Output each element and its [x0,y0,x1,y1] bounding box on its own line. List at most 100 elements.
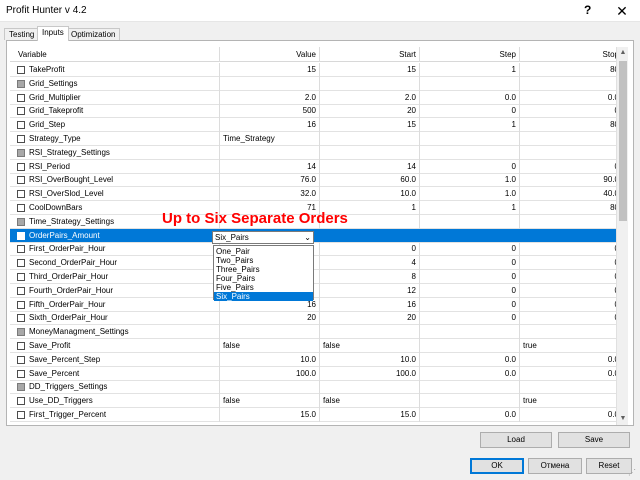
step-cell[interactable]: 0 [420,283,520,298]
table-row[interactable]: TakeProfit 15 15 1 80 [10,63,622,77]
start-cell[interactable]: 15 [320,118,420,133]
help-icon[interactable]: ? [584,3,591,17]
stop-cell[interactable]: 0 [520,104,622,118]
value-cell[interactable]: Time_Strategy [220,132,320,146]
scroll-up-icon[interactable]: ▲ [617,47,629,59]
scroll-thumb[interactable] [619,61,627,221]
optimize-checkbox[interactable] [17,300,25,309]
start-cell[interactable]: 2.0 [320,90,420,105]
ok-button[interactable]: OK [470,458,524,474]
resize-grip-icon[interactable]: ⋰ [628,468,638,478]
step-cell[interactable]: 0 [420,104,520,119]
group-checkbox[interactable] [17,79,25,88]
value-cell[interactable]: 16 [220,118,320,133]
step-cell[interactable]: 0 [420,311,520,326]
value-cell[interactable]: 32.0 [220,187,320,202]
optimize-checkbox[interactable] [17,190,25,199]
step-cell[interactable]: 1.0 [420,173,520,188]
chevron-down-icon[interactable]: ⌄ [304,232,311,243]
reset-button[interactable]: Reset [586,458,632,474]
tab-optimization[interactable]: Optimization [66,28,121,40]
optimize-checkbox[interactable] [17,397,25,406]
value-cell[interactable]: 15 [220,63,320,77]
table-row[interactable]: RSI_OverSlod_Level 32.0 10.0 1.0 40.0 [10,187,622,202]
group-row[interactable]: DD_Triggers_Settings [10,380,622,395]
start-cell[interactable]: 20 [320,104,420,119]
table-row[interactable]: OrderPairs_Amount [10,228,622,243]
optimize-checkbox[interactable] [17,121,25,130]
table-row[interactable]: Sixth_OrderPair_Hour202000 [10,311,622,326]
column-header-step[interactable]: Step [420,47,520,62]
save-button[interactable]: Save [558,432,630,448]
optimize-checkbox[interactable] [17,204,25,212]
table-row[interactable]: Strategy_Type Time_Strategy [10,132,622,146]
start-cell[interactable]: 8 [320,270,420,284]
value-cell[interactable]: 100.0 [220,366,320,381]
table-row[interactable]: Save_Profit false false true [10,339,622,353]
step-cell[interactable]: 0.0 [420,408,520,422]
stop-cell[interactable]: 0 [520,298,622,312]
column-header-variable[interactable]: Variable [10,47,220,62]
step-cell[interactable] [420,339,520,353]
stop-cell[interactable]: 80 [520,118,622,132]
start-cell[interactable]: 0 [320,242,420,257]
stop-cell[interactable]: 80 [520,201,622,215]
stop-cell[interactable]: 90.0 [520,173,622,187]
stop-cell[interactable]: 0 [520,242,622,256]
group-row[interactable]: Grid_Settings [10,76,622,91]
value-cell[interactable]: 20 [220,311,320,326]
table-row[interactable]: Save_Percent_Step 10.0 10.0 0.0 0.0 [10,352,622,367]
start-cell[interactable]: 15.0 [320,408,420,422]
stop-cell[interactable]: 0.0 [520,367,622,381]
table-row[interactable]: First_OrderPair_Hour000 [10,242,622,257]
optimize-checkbox[interactable] [17,369,25,378]
value-cell[interactable]: 2.0 [220,90,320,105]
stop-cell[interactable]: 0 [520,311,622,325]
optimize-checkbox[interactable] [17,314,25,323]
table-row[interactable]: Third_OrderPair_Hour800 [10,270,622,284]
start-cell[interactable]: 16 [320,297,420,312]
orderpairs-amount-select[interactable]: Six_Pairs ⌄ [212,231,314,244]
group-row[interactable]: RSI_Strategy_Settings [10,145,622,160]
table-row[interactable]: Grid_Multiplier 2.0 2.0 0.0 0.0 [10,90,622,105]
column-header-start[interactable]: Start [320,47,420,62]
stop-cell[interactable]: true [520,394,622,408]
step-cell[interactable]: 0 [420,270,520,284]
vertical-scrollbar[interactable]: ▲ ▼ [616,47,628,425]
value-cell[interactable]: 76.0 [220,173,320,188]
step-cell[interactable] [420,228,520,243]
stop-cell[interactable] [520,132,622,146]
value-cell[interactable]: false [220,394,320,409]
step-cell[interactable]: 1.0 [420,187,520,202]
step-cell[interactable]: 0 [420,256,520,271]
stop-cell[interactable]: 0.0 [520,91,622,105]
table-row[interactable]: Grid_Step 16 15 1 80 [10,118,622,133]
step-cell[interactable]: 0 [420,297,520,312]
step-cell[interactable]: 0.0 [420,366,520,381]
optimize-checkbox[interactable] [17,93,25,102]
value-cell[interactable]: 10.0 [220,352,320,367]
table-row[interactable]: Fourth_OrderPair_Hour1200 [10,283,622,298]
dropdown-option[interactable]: Four_Pairs [214,274,313,283]
table-row[interactable]: RSI_Period141400 [10,159,622,174]
optimize-checkbox[interactable] [17,176,25,185]
value-cell[interactable]: 15.0 [220,408,320,422]
dropdown-option[interactable]: Two_Pairs [214,256,313,265]
optimize-checkbox[interactable] [17,286,25,295]
optimize-checkbox[interactable] [17,411,25,419]
tab-testing[interactable]: Testing [4,28,40,40]
dropdown-option[interactable]: Three_Pairs [214,265,313,274]
table-row[interactable]: Save_Percent 100.0 100.0 0.0 0.0 [10,366,622,381]
step-cell[interactable] [420,132,520,146]
step-cell[interactable]: 0 [420,242,520,257]
optimize-checkbox[interactable] [17,66,25,74]
start-cell[interactable]: 12 [320,283,420,298]
stop-cell[interactable]: 40.0 [520,187,622,201]
step-cell[interactable] [420,394,520,409]
value-cell[interactable]: 14 [220,159,320,174]
optimize-checkbox[interactable] [17,135,25,143]
table-row[interactable]: Fifth_OrderPair_Hour161600 [10,297,622,312]
step-cell[interactable]: 1 [420,63,520,77]
start-cell[interactable]: 10.0 [320,352,420,367]
value-cell[interactable]: false [220,339,320,353]
